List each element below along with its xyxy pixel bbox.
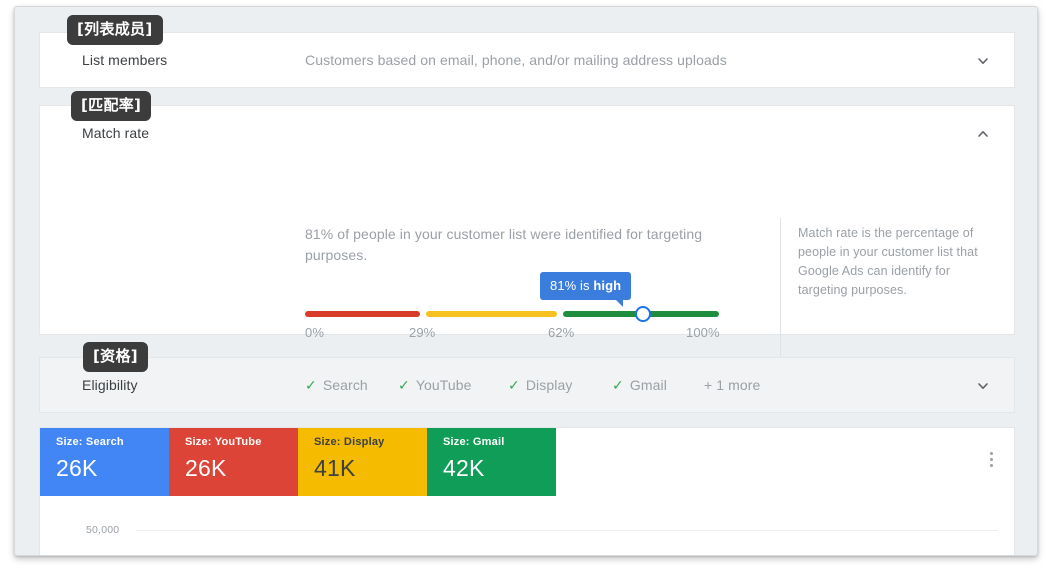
match-rate-badge-prefix: 81% is (550, 278, 594, 293)
check-icon: ✓ (508, 377, 520, 393)
size-tiles: Size: Search 26K Size: YouTube 26K Size:… (40, 428, 556, 496)
size-tile-youtube[interactable]: Size: YouTube 26K (169, 428, 298, 496)
size-tile-value: 42K (443, 455, 485, 481)
size-tile-value: 41K (314, 455, 356, 481)
match-rate-description: 81% of people in your customer list were… (305, 226, 703, 263)
size-tile-gmail[interactable]: Size: Gmail 42K (427, 428, 556, 496)
kebab-menu-icon[interactable] (980, 444, 1002, 474)
kebab-dot (989, 457, 993, 461)
match-rate-label: Match rate (82, 125, 150, 141)
eligibility-item-label: Gmail (629, 377, 667, 393)
chart-axis-label: 50,000 (86, 524, 120, 536)
eligibility-item-display: ✓ Display (508, 377, 572, 393)
size-tile-label: Size: Display (314, 436, 385, 448)
chevron-down-icon[interactable] (970, 48, 996, 74)
size-tile-display[interactable]: Size: Display 41K (298, 428, 427, 496)
slider-tick-62: 62% (548, 325, 575, 340)
annotation-eligibility: [资格] (83, 342, 148, 372)
annotation-list-members: [列表成员] (67, 15, 163, 45)
match-rate-card: Match rate 81% of people in your custome… (39, 105, 1015, 411)
size-tile-label: Size: Search (56, 436, 124, 448)
annotation-match-rate: [匹配率] (71, 91, 152, 121)
list-members-value: Customers based on email, phone, and/or … (305, 52, 727, 68)
eligibility-label: Eligibility (82, 377, 138, 393)
slider-knob[interactable] (635, 306, 651, 322)
match-rate-help-text: Match rate is the percentage of people i… (798, 226, 978, 297)
kebab-dot (989, 463, 993, 467)
eligibility-more-label[interactable]: + 1 more (704, 377, 760, 393)
list-members-label: List members (82, 52, 168, 68)
match-rate-badge-strong: high (593, 278, 622, 293)
slider-segment-low (305, 311, 420, 317)
kebab-dot (989, 451, 993, 455)
page-frame: List members Customers based on email, p… (14, 6, 1038, 556)
size-tile-search[interactable]: Size: Search 26K (40, 428, 169, 496)
match-rate-slider[interactable]: 81% is high 0% 29% 62% 100% (305, 272, 720, 352)
size-tile-value: 26K (56, 455, 98, 481)
size-tile-label: Size: Gmail (443, 436, 505, 448)
match-rate-badge: 81% is high (540, 272, 632, 307)
slider-tick-29: 29% (409, 325, 436, 340)
eligibility-item-label: Search (322, 377, 368, 393)
check-icon: ✓ (305, 377, 317, 393)
eligibility-row[interactable]: Eligibility ✓ Search ✓ YouTube ✓ Display… (39, 357, 1015, 413)
eligibility-item-youtube: ✓ YouTube (398, 377, 472, 393)
sizes-card: Size: Search 26K Size: YouTube 26K Size:… (39, 427, 1015, 555)
list-members-row[interactable]: List members Customers based on email, p… (39, 32, 1015, 88)
eligibility-item-label: Display (525, 377, 573, 393)
chevron-down-icon[interactable] (970, 373, 996, 399)
slider-tick-0: 0% (305, 325, 324, 340)
slider-tick-100: 100% (686, 325, 720, 340)
chart-gridline (136, 530, 998, 531)
eligibility-item-label: YouTube (415, 377, 472, 393)
eligibility-item-search: ✓ Search (305, 377, 368, 393)
check-icon: ✓ (398, 377, 410, 393)
check-icon: ✓ (612, 377, 624, 393)
slider-segment-medium (426, 311, 557, 317)
chevron-up-icon[interactable] (970, 121, 996, 147)
size-tile-label: Size: YouTube (185, 436, 262, 448)
eligibility-item-gmail: ✓ Gmail (612, 377, 667, 393)
size-tile-value: 26K (185, 455, 227, 481)
